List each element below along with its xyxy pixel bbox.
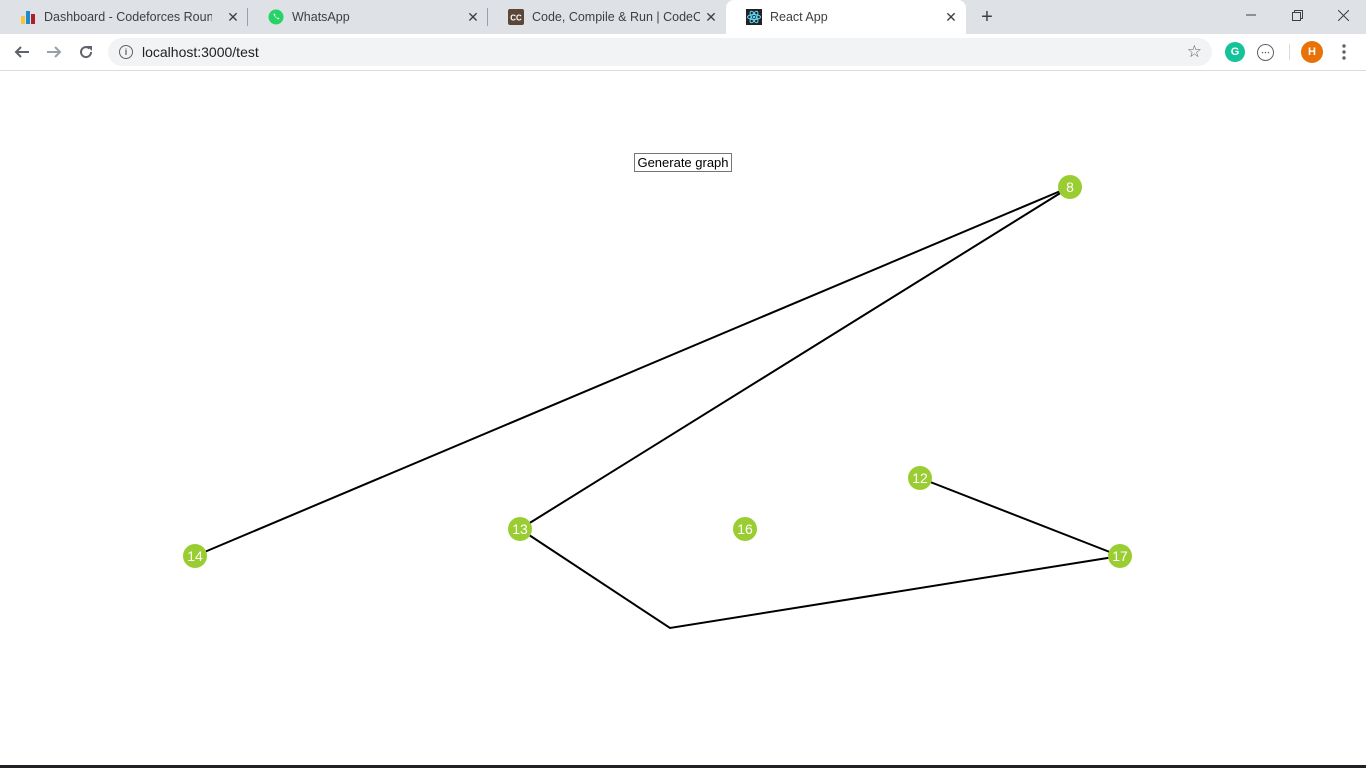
- restore-button[interactable]: [1274, 0, 1320, 30]
- tab-react-app[interactable]: React App ✕: [726, 0, 966, 34]
- close-tab-icon[interactable]: ✕: [466, 10, 480, 24]
- minimize-icon: [1246, 14, 1256, 16]
- graph-node-label: 12: [912, 470, 928, 486]
- tab-codeforces[interactable]: Dashboard - Codeforces Round # ✕: [0, 0, 248, 34]
- graph-edge-8-14: [194, 186, 1071, 557]
- codeforces-icon: [21, 11, 35, 24]
- close-tab-icon[interactable]: ✕: [226, 10, 240, 24]
- graph-node-13[interactable]: 13: [508, 517, 532, 541]
- graph-node-16[interactable]: 16: [733, 517, 757, 541]
- url-text[interactable]: localhost:3000/test: [142, 44, 259, 60]
- graph-node-label: 17: [1112, 548, 1128, 564]
- tab-title: React App: [770, 10, 828, 24]
- extension-icon[interactable]: ⋯: [1257, 44, 1274, 61]
- svg-text:CC: CC: [510, 14, 522, 23]
- forward-arrow-icon: [47, 46, 62, 58]
- tab-whatsapp[interactable]: WhatsApp ✕: [248, 0, 488, 34]
- graph-node-label: 14: [187, 548, 203, 564]
- reload-icon: [80, 46, 93, 59]
- tab-codechef[interactable]: CC Code, Compile & Run | CodeChef ✕: [488, 0, 726, 34]
- new-tab-button[interactable]: +: [977, 7, 997, 27]
- toolbar-divider: [1289, 44, 1290, 60]
- graph-node-12[interactable]: 12: [908, 466, 932, 490]
- more-vertical-icon: [1342, 44, 1346, 60]
- reload-button[interactable]: [74, 40, 98, 64]
- restore-icon: [1291, 9, 1303, 21]
- graph-node-label: 16: [737, 521, 753, 537]
- graph-edge-8-13: [519, 186, 1071, 530]
- tab-title: WhatsApp: [292, 10, 350, 24]
- graph-canvas: 8 12 13 14 16 17: [183, 175, 1132, 630]
- back-arrow-icon: [14, 46, 29, 58]
- browser-toolbar: i localhost:3000/test ☆ G ⋯ H: [0, 34, 1366, 71]
- tab-title: Dashboard - Codeforces Round #: [44, 10, 212, 24]
- graph-node-14[interactable]: 14: [183, 544, 207, 568]
- close-tab-icon[interactable]: ✕: [704, 10, 718, 24]
- menu-button[interactable]: [1332, 40, 1356, 64]
- close-tab-icon[interactable]: ✕: [944, 10, 958, 24]
- minimize-button[interactable]: [1228, 0, 1274, 30]
- tab-title: Code, Compile & Run | CodeChef: [532, 10, 700, 24]
- grammarly-extension-icon[interactable]: G: [1225, 42, 1245, 62]
- codechef-icon: CC: [508, 9, 524, 25]
- react-icon: [746, 9, 762, 25]
- graph-edge-13-17: [519, 528, 1121, 630]
- graph-edge-12-17: [919, 477, 1121, 557]
- forward-button[interactable]: [42, 40, 66, 64]
- profile-avatar[interactable]: H: [1301, 41, 1323, 63]
- close-icon: [1337, 9, 1349, 21]
- site-info-icon[interactable]: i: [119, 45, 133, 59]
- address-bar[interactable]: i localhost:3000/test ☆: [108, 38, 1212, 66]
- back-button[interactable]: [10, 40, 34, 64]
- page-content: 8 12 13 14 16 17 Generate graph: [0, 71, 1366, 768]
- graph-node-label: 8: [1066, 179, 1074, 195]
- graph-node-8[interactable]: 8: [1058, 175, 1082, 199]
- tab-strip: Dashboard - Codeforces Round # ✕ WhatsAp…: [0, 0, 1366, 34]
- generate-graph-button[interactable]: Generate graph: [634, 153, 732, 172]
- graph-node-label: 13: [512, 521, 528, 537]
- close-window-button[interactable]: [1320, 0, 1366, 30]
- bookmark-star-icon[interactable]: ☆: [1187, 42, 1202, 62]
- whatsapp-icon: [268, 9, 284, 25]
- graph-node-17[interactable]: 17: [1108, 544, 1132, 568]
